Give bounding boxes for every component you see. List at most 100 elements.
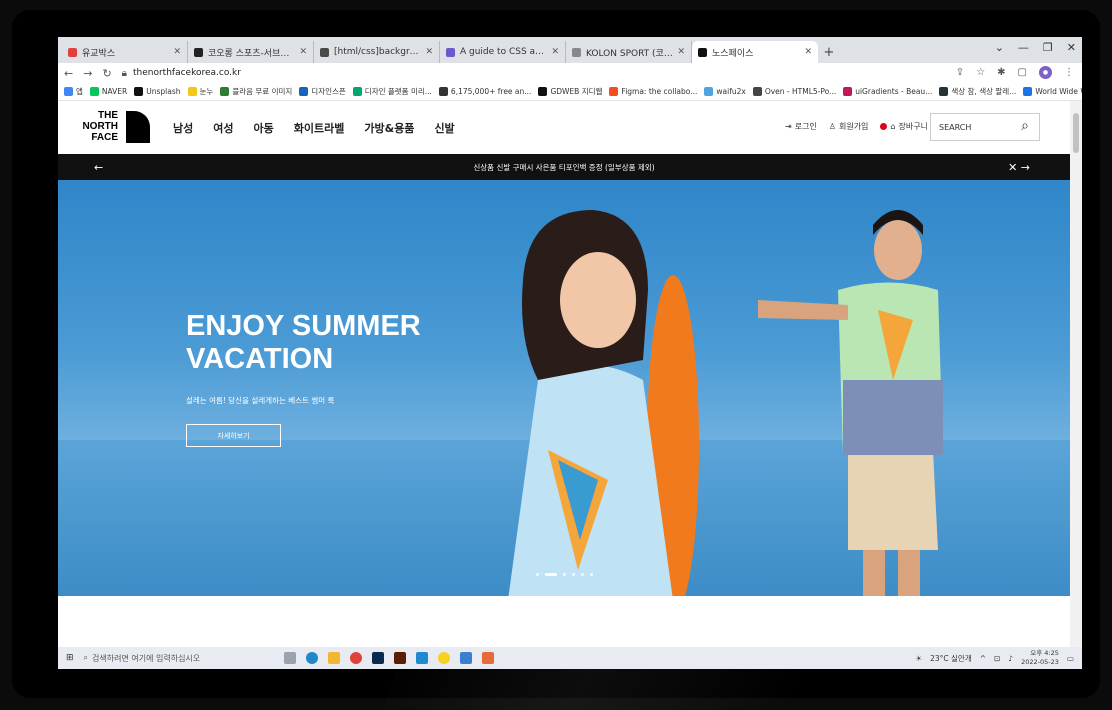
hero-banner[interactable]: ENJOY SUMMER VACATION 설레는 여름! 당신을 설레게하는 … xyxy=(58,180,1070,596)
reload-icon[interactable]: ↻ xyxy=(102,67,111,80)
carousel-dot[interactable] xyxy=(563,573,566,576)
windows-start-icon[interactable]: ⊞ xyxy=(66,653,74,663)
close-window-button[interactable]: ✕ xyxy=(1067,41,1076,54)
vscode-icon[interactable] xyxy=(415,652,428,664)
bookmark-label: 눈누 xyxy=(199,87,214,96)
nav-item-men[interactable]: 남성 xyxy=(173,120,193,136)
star-icon[interactable]: ☆ xyxy=(976,67,985,78)
carousel-dot[interactable] xyxy=(536,573,539,576)
taskbar-search[interactable]: ⌕ 검색하려면 여기에 입력하십시오 xyxy=(84,653,254,664)
bookmark[interactable]: waifu2x xyxy=(704,87,746,96)
hero-model-woman-image xyxy=(508,210,699,596)
nav-item-bags[interactable]: 가방&용품 xyxy=(364,120,414,136)
carousel-dots xyxy=(536,573,593,576)
app-icon[interactable] xyxy=(481,652,494,664)
tray-chevron-icon[interactable]: ^ xyxy=(980,654,986,663)
clock[interactable]: 오후 4:25 2022-05-23 xyxy=(1021,649,1059,667)
menu-icon[interactable]: ⋮ xyxy=(1064,67,1074,78)
chrome-icon[interactable] xyxy=(349,652,362,664)
join-link[interactable]: ♙ 회원가입 xyxy=(829,121,869,132)
new-tab-button[interactable]: + xyxy=(818,41,840,63)
carousel-dot-active[interactable] xyxy=(545,573,557,576)
bookmark[interactable]: 색상 참, 색상 팔레... xyxy=(939,86,1016,97)
weather-text[interactable]: 23°C 실안개 xyxy=(930,653,972,664)
close-icon[interactable]: ✕ xyxy=(425,47,433,57)
illustrator-icon[interactable] xyxy=(393,652,406,664)
browser-tab[interactable]: KOLON SPORT (코오롱스포츠) ✕ xyxy=(566,41,692,63)
bookmark[interactable]: 6,175,000+ free an... xyxy=(438,87,531,96)
notification-icon[interactable]: ▭ xyxy=(1067,654,1074,663)
bookmark-icon xyxy=(89,87,99,96)
tab-search-icon[interactable]: ⌄ xyxy=(995,41,1004,54)
login-icon: ⇥ xyxy=(785,122,792,131)
restore-button[interactable]: ❐ xyxy=(1043,41,1053,54)
browser-tab-active[interactable]: 노스페이스 ✕ xyxy=(692,41,818,63)
browser-tab[interactable]: 유교박스 ✕ xyxy=(62,41,188,63)
profile-avatar[interactable]: ● xyxy=(1039,66,1052,79)
promo-text[interactable]: 신상품 신발 구매시 사은품 티포인백 증정 (일부상품 제외) xyxy=(473,162,654,173)
carousel-dot[interactable] xyxy=(590,573,593,576)
browser-tab[interactable]: [html/css]background-position ✕ xyxy=(314,41,440,63)
bookmark[interactable]: NAVER xyxy=(89,87,127,96)
north-face-logo[interactable]: THE NORTH FACE xyxy=(82,110,150,145)
bookmark[interactable]: 디자인 플랫폼 미리... xyxy=(352,86,432,97)
forward-icon[interactable]: → xyxy=(83,67,92,80)
network-icon[interactable]: ⊡ xyxy=(994,654,1000,663)
tab-bar: 유교박스 ✕ 코오롱 스포츠-서브페이지 ✕ [html/css]backgroun… xyxy=(58,37,1082,63)
bookmark[interactable]: 눈누 xyxy=(187,86,214,97)
bookmark[interactable]: World Wide Web... xyxy=(1023,87,1082,96)
bookmark-label: 디자인 플랫폼 미리... xyxy=(364,87,432,96)
carousel-dot[interactable] xyxy=(572,573,575,576)
bookmark[interactable]: Figma: the collabo... xyxy=(609,87,697,96)
browser-tab[interactable]: 코오롱 스포츠-서브페이지 ✕ xyxy=(188,41,314,63)
carousel-dot[interactable] xyxy=(581,573,584,576)
close-icon[interactable]: ✕ xyxy=(173,47,181,57)
close-icon[interactable]: ✕ xyxy=(551,47,559,57)
app-icon[interactable] xyxy=(459,652,472,664)
back-icon[interactable]: ← xyxy=(64,67,73,80)
file-explorer-icon[interactable] xyxy=(327,652,340,664)
bookmark[interactable]: Oven - HTML5-Po... xyxy=(752,87,836,96)
clock-date: 2022-05-23 xyxy=(1021,658,1059,666)
browser-tab[interactable]: A guide to CSS animations usi ✕ xyxy=(440,41,566,63)
bookmark-icon xyxy=(752,87,762,96)
promo-prev-icon[interactable]: ← xyxy=(94,161,103,174)
login-link[interactable]: ⇥ 로그인 xyxy=(785,121,817,132)
bookmark[interactable]: Unsplash xyxy=(134,87,181,96)
close-icon[interactable]: ✕ xyxy=(299,47,307,57)
clock-time: 오후 4:25 xyxy=(1030,649,1059,657)
close-icon[interactable]: ✕ xyxy=(677,47,685,57)
share-icon[interactable]: ⇪ xyxy=(956,67,964,78)
scroll-thumb[interactable] xyxy=(1073,113,1079,153)
edge-icon[interactable] xyxy=(305,652,318,664)
hero-detail-button[interactable]: 자세히보기 xyxy=(186,424,281,447)
search-input[interactable]: SEARCH ⌕ xyxy=(930,113,1040,141)
nav-item-white-label[interactable]: 화이트라벨 xyxy=(294,120,345,136)
bookmark[interactable]: uiGradients - Beau... xyxy=(843,87,932,96)
search-icon[interactable]: ⌕ xyxy=(1021,118,1029,134)
minimize-button[interactable]: — xyxy=(1018,41,1029,54)
task-view-icon[interactable] xyxy=(283,652,296,664)
photoshop-icon[interactable] xyxy=(371,652,384,664)
taskbar-search-placeholder: 검색하려면 여기에 입력하십시오 xyxy=(92,653,201,663)
page-scrollbar[interactable] xyxy=(1070,101,1082,669)
sidepanel-icon[interactable]: ▢ xyxy=(1018,67,1027,78)
close-icon[interactable]: ✕ xyxy=(804,47,812,57)
bookmark-label: 디자인스픈 xyxy=(311,87,346,96)
bookmark[interactable]: 블라음 무료 이미지 xyxy=(220,86,292,97)
bookmark-icon xyxy=(220,87,230,96)
nav-item-kids[interactable]: 아동 xyxy=(254,120,274,136)
extensions-icon[interactable]: ✱ xyxy=(997,67,1005,78)
bookmark[interactable]: 디자인스픈 xyxy=(299,86,346,97)
bookmark[interactable]: GDWEB 지디웹 xyxy=(538,86,602,97)
logo-line: THE xyxy=(98,110,118,121)
bookmark[interactable]: 앱 xyxy=(64,86,83,97)
kakaotalk-icon[interactable] xyxy=(437,652,450,664)
volume-icon[interactable]: ♪ xyxy=(1008,654,1013,663)
promo-close-next-icon[interactable]: ✕ → xyxy=(1008,161,1030,174)
bookmark-icon xyxy=(609,87,619,96)
cart-link[interactable]: ⌂ 장바구니 xyxy=(880,121,928,132)
nav-item-women[interactable]: 여성 xyxy=(213,120,233,136)
nav-item-shoes[interactable]: 신발 xyxy=(434,120,454,136)
url-field[interactable]: thenorthfacekorea.co.kr xyxy=(133,68,241,78)
